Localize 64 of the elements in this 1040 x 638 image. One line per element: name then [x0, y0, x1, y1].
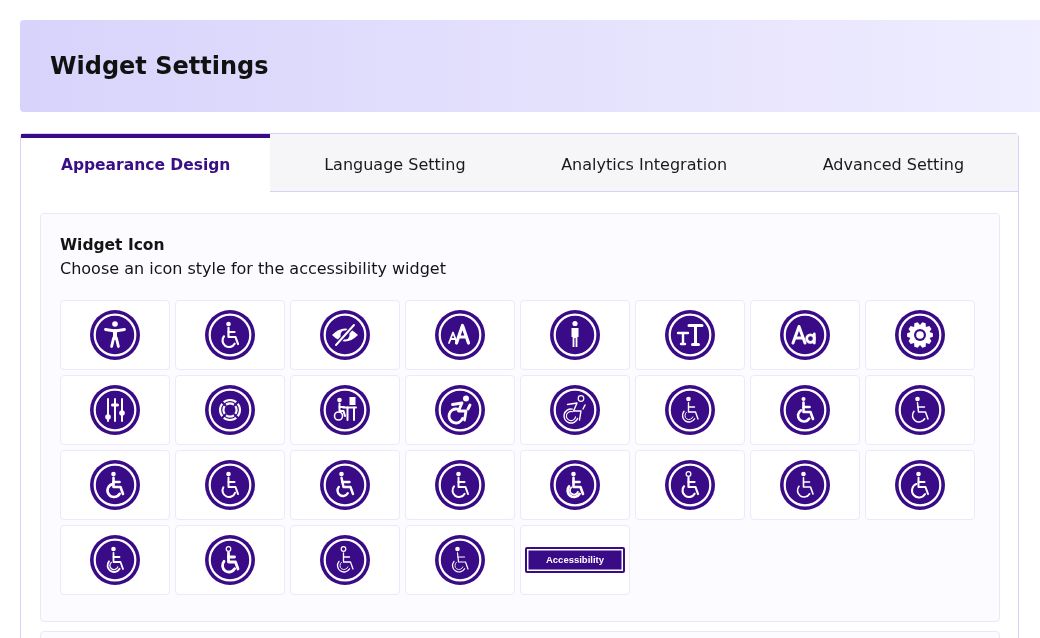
wheelchair-icon: [320, 460, 370, 510]
icon-option[interactable]: [175, 450, 285, 520]
sliders-icon: [90, 385, 140, 435]
wheelchair-icon: [435, 460, 485, 510]
icon-option[interactable]: [635, 450, 745, 520]
icon-option[interactable]: [865, 450, 975, 520]
wheelchair-icon: [665, 385, 715, 435]
icon-option[interactable]: [405, 300, 515, 370]
wheelchair-icon: [895, 460, 945, 510]
icon-option[interactable]: [865, 375, 975, 445]
tab[interactable]: Language Setting: [270, 134, 520, 192]
icon-option[interactable]: [405, 450, 515, 520]
icon-option[interactable]: [520, 300, 630, 370]
wheelchair-icon: [780, 460, 830, 510]
letters-icon: [435, 310, 485, 360]
wheelchair-desk-icon: [320, 385, 370, 435]
tab[interactable]: Analytics Integration: [519, 134, 769, 192]
icon-option[interactable]: [290, 525, 400, 595]
icon-option[interactable]: [865, 300, 975, 370]
eye-slash-icon: [320, 310, 370, 360]
page-title: Widget Settings: [50, 52, 269, 80]
wheelchair-icon: [205, 535, 255, 585]
icon-option[interactable]: [60, 525, 170, 595]
icon-option[interactable]: [750, 375, 860, 445]
icon-option[interactable]: [175, 375, 285, 445]
label-preview: Accessibility: [525, 547, 625, 573]
wheelchair-icon: [550, 385, 600, 435]
icon-option[interactable]: [520, 375, 630, 445]
icon-option[interactable]: [750, 300, 860, 370]
wheelchair-icon: [895, 385, 945, 435]
wheelchair-icon: [435, 535, 485, 585]
icon-option[interactable]: [60, 300, 170, 370]
wheelchair-icon: [90, 535, 140, 585]
wheelchair-icon: [205, 460, 255, 510]
wheelchair-icon: [550, 460, 600, 510]
icon-option[interactable]: [290, 300, 400, 370]
lifebuoy-icon: [205, 385, 255, 435]
icon-option[interactable]: [405, 525, 515, 595]
wheelchair-icon: [90, 460, 140, 510]
wheelchair-icon: [665, 460, 715, 510]
tab[interactable]: Advanced Setting: [768, 134, 1018, 192]
icon-option[interactable]: [290, 450, 400, 520]
icon-option[interactable]: [60, 375, 170, 445]
letters-icon: [780, 310, 830, 360]
icon-option[interactable]: Accessibility: [520, 525, 630, 595]
icon-option[interactable]: [175, 525, 285, 595]
gear-icon: [895, 310, 945, 360]
wheelchair-icon: [205, 310, 255, 360]
icon-option[interactable]: [175, 300, 285, 370]
icon-option[interactable]: [750, 450, 860, 520]
person-icon: [550, 310, 600, 360]
letter-t-icon: [665, 310, 715, 360]
section-description: Choose an icon style for the accessibility widget: [60, 258, 447, 280]
icon-option[interactable]: [60, 450, 170, 520]
icon-option[interactable]: [520, 450, 630, 520]
section-title: Widget Icon: [60, 235, 166, 256]
icon-option[interactable]: [405, 375, 515, 445]
icon-option[interactable]: [635, 375, 745, 445]
icon-option[interactable]: [290, 375, 400, 445]
wheelchair-icon: [780, 385, 830, 435]
icon-option[interactable]: [635, 300, 745, 370]
figure-icon: [90, 310, 140, 360]
wheelchair-icon: [320, 535, 370, 585]
wheelchair-icon: [435, 385, 485, 435]
